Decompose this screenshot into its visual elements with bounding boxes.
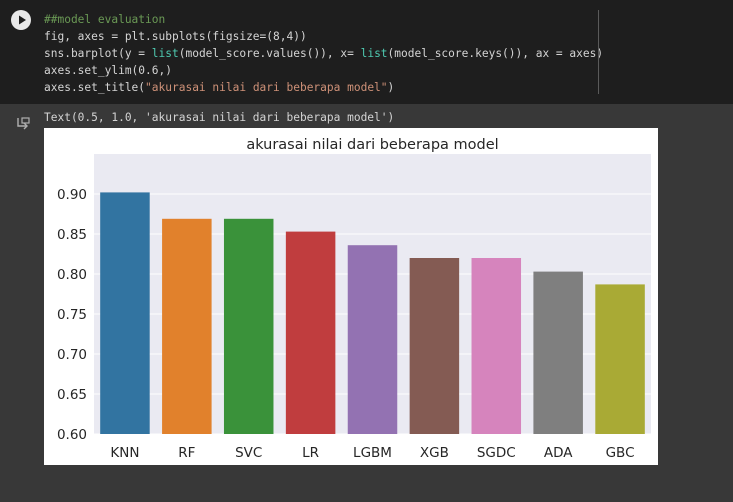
y-tick-label: 0.60 — [57, 427, 87, 443]
bar-lgbm — [347, 245, 398, 434]
chart-svg: 0.60 0.65 0.70 0.75 0.80 0.85 0.90 KNN RF SVC LR LG… — [57, 137, 651, 461]
bar-sgdc — [471, 258, 522, 434]
x-tick-label: SGDC — [477, 445, 516, 461]
bar-rf — [162, 218, 212, 434]
code-editor[interactable]: ##model evaluation fig, axes = plt.subpl… — [44, 11, 603, 96]
x-tick-label: SVC — [235, 445, 262, 461]
bar-ada — [533, 271, 583, 434]
line-length-ruler — [598, 10, 599, 94]
x-tick-label: LGBM — [353, 445, 392, 461]
bar-xgb — [409, 258, 460, 434]
bar-chart: 0.60 0.65 0.70 0.75 0.80 0.85 0.90 KNN RF SVC LR LG… — [44, 128, 658, 465]
code-line: axes.set_title("akurasai nilai dari bebe… — [44, 81, 395, 95]
y-tick-label: 0.65 — [57, 387, 87, 403]
x-tick-label: KNN — [110, 445, 139, 461]
x-tick-label: XGB — [420, 445, 449, 461]
code-line: fig, axes = plt.subplots(figsize=(8,4)) — [44, 30, 307, 44]
output-text: Text(0.5, 1.0, 'akurasai nilai dari bebe… — [44, 111, 395, 124]
bar-svc — [223, 218, 274, 434]
code-line: ##model evaluation — [44, 13, 166, 26]
bar-knn — [100, 192, 150, 434]
y-tick-label: 0.85 — [57, 227, 87, 243]
output-arrow-icon[interactable] — [15, 116, 31, 132]
chart-title: akurasai nilai dari beberapa model — [246, 137, 498, 153]
x-tick-label: GBC — [606, 445, 635, 461]
code-cell[interactable]: ##model evaluation fig, axes = plt.subpl… — [0, 0, 733, 104]
play-icon — [19, 15, 26, 25]
y-tick-label: 0.90 — [57, 187, 87, 203]
y-tick-label: 0.75 — [57, 307, 87, 323]
x-tick-label: LR — [302, 445, 319, 461]
code-line: axes.set_ylim(0.6,) — [44, 64, 172, 78]
run-cell-button[interactable] — [11, 10, 31, 30]
y-tick-label: 0.70 — [57, 347, 87, 363]
y-tick-label: 0.80 — [57, 267, 87, 283]
x-tick-label: ADA — [544, 445, 573, 461]
x-tick-label: RF — [178, 445, 195, 461]
bar-gbc — [595, 284, 645, 434]
bar-lr — [285, 231, 336, 434]
code-line: sns.barplot(y = list(model_score.values(… — [44, 47, 604, 61]
